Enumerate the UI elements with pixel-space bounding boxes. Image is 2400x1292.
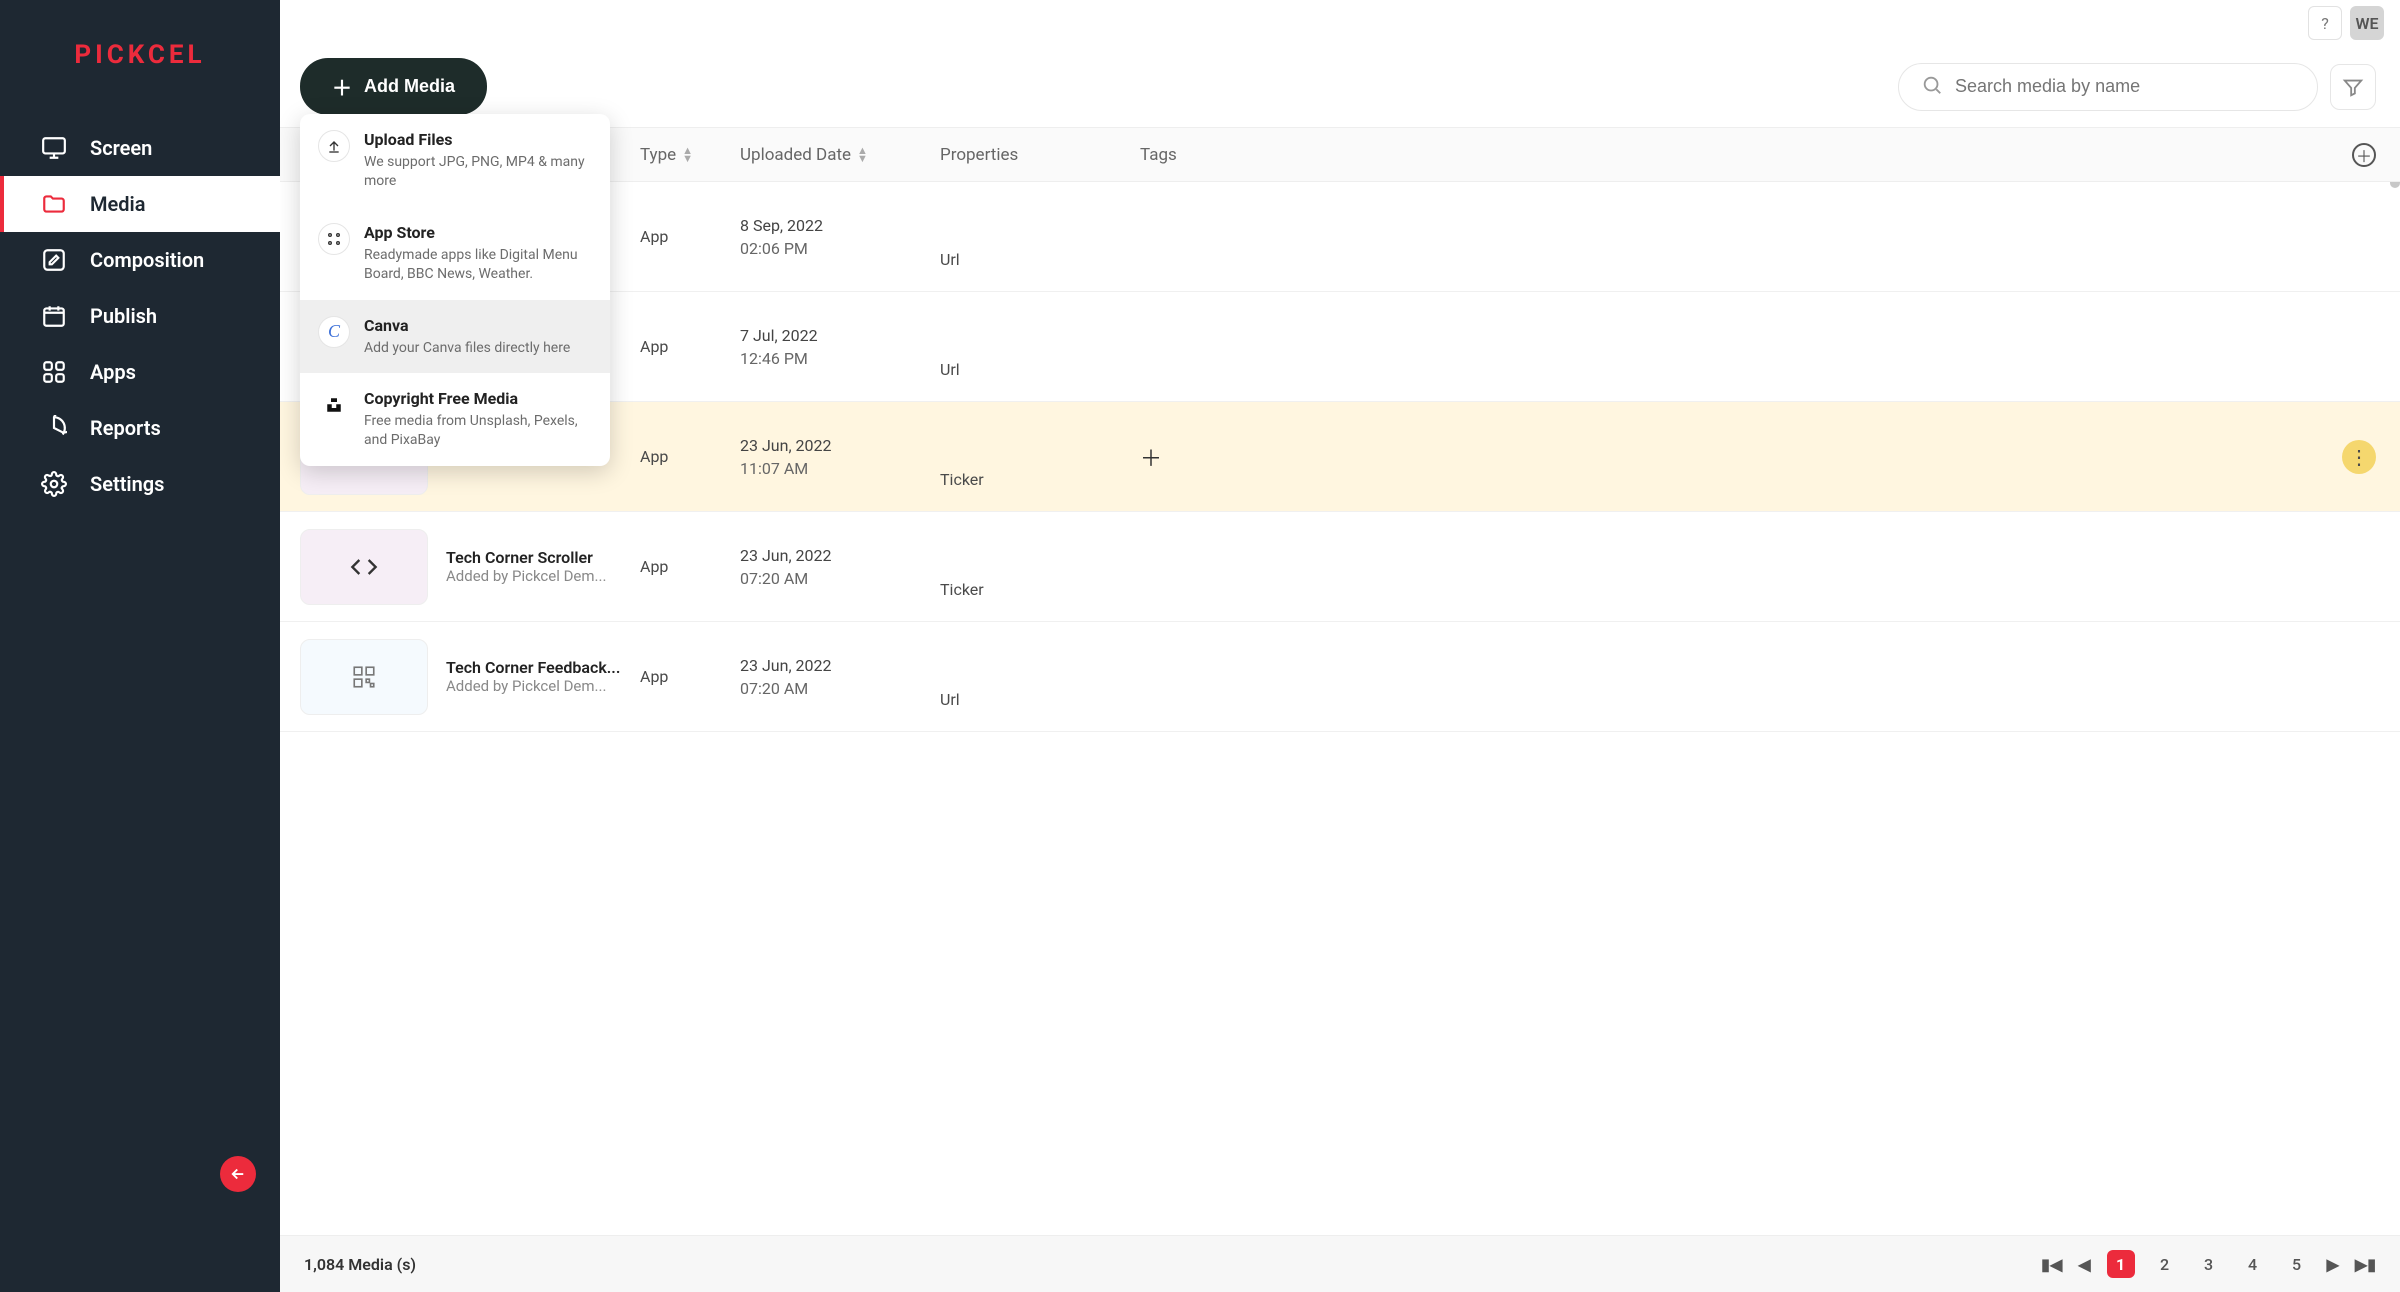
- sidebar-item-publish[interactable]: Publish: [0, 288, 280, 344]
- sidebar-item-label: Reports: [90, 416, 161, 440]
- monitor-icon: [40, 134, 68, 162]
- media-thumbnail: [300, 529, 428, 605]
- add-column-button[interactable]: ＋: [2352, 143, 2376, 167]
- add-media-dropdown: Upload Files We support JPG, PNG, MP4 & …: [300, 114, 610, 466]
- pagination: ▮◀ ◀ 1 2 3 4 5 ▶ ▶▮: [2041, 1250, 2376, 1278]
- media-title: Tech Corner Feedback...: [446, 658, 620, 677]
- pager-last-button[interactable]: ▶▮: [2355, 1255, 2376, 1274]
- sidebar-item-screen[interactable]: Screen: [0, 120, 280, 176]
- media-count: 1,084 Media (s): [304, 1255, 416, 1274]
- sidebar-item-composition[interactable]: Composition: [0, 232, 280, 288]
- sort-icon: ▲▼: [857, 147, 868, 162]
- dropdown-item-desc: Add your Canva files directly here: [364, 339, 570, 358]
- sidebar-item-label: Composition: [90, 248, 204, 272]
- cell-type: App: [640, 447, 740, 466]
- dropdown-item-desc: Readymade apps like Digital Menu Board, …: [364, 246, 592, 284]
- cell-date: 23 Jun, 2022 11:07 AM: [740, 436, 940, 478]
- edit-square-icon: [40, 246, 68, 274]
- cell-date: 23 Jun, 2022 07:20 AM: [740, 546, 940, 588]
- cell-date: 23 Jun, 2022 07:20 AM: [740, 656, 940, 698]
- pager-next-button[interactable]: ▶: [2327, 1255, 2339, 1274]
- dropdown-item-title: Canva: [364, 316, 570, 335]
- search-icon: [1921, 74, 1943, 100]
- col-properties: Properties: [940, 145, 1140, 165]
- sidebar-nav: Screen Media Composition Publish Apps: [0, 100, 280, 512]
- dropdown-item-app-store[interactable]: App Store Readymade apps like Digital Me…: [300, 207, 610, 300]
- media-subtitle: Added by Pickcel Dem...: [446, 677, 620, 695]
- pager-page[interactable]: 1: [2107, 1250, 2135, 1278]
- cell-type: App: [640, 667, 740, 686]
- cell-type: App: [640, 227, 740, 246]
- folder-icon: [40, 190, 68, 218]
- help-button[interactable]: ?: [2308, 6, 2342, 40]
- grid-icon: [40, 358, 68, 386]
- dropdown-item-copyright-free[interactable]: Copyright Free Media Free media from Uns…: [300, 373, 610, 466]
- user-avatar[interactable]: WE: [2350, 6, 2384, 40]
- collapse-sidebar-button[interactable]: [220, 1156, 256, 1192]
- media-thumbnail: [300, 639, 428, 715]
- row-more-button[interactable]: ⋮: [2342, 440, 2376, 474]
- cell-properties: Url: [940, 360, 1140, 401]
- cell-properties: Url: [940, 250, 1140, 291]
- cell-properties: Ticker: [940, 470, 1140, 511]
- add-media-button[interactable]: ＋ Add Media: [300, 58, 487, 115]
- cell-date: 7 Jul, 2022 12:46 PM: [740, 326, 940, 368]
- main-area: ? WE ＋ Add Media Upload Files We support…: [280, 0, 2400, 1292]
- table-row[interactable]: Tech Corner Feedback... Added by Pickcel…: [280, 622, 2400, 732]
- pager-page[interactable]: 3: [2195, 1250, 2223, 1278]
- cell-properties: Url: [940, 690, 1140, 731]
- sidebar-item-settings[interactable]: Settings: [0, 456, 280, 512]
- dropdown-item-desc: Free media from Unsplash, Pexels, and Pi…: [364, 412, 592, 450]
- cell-date: 8 Sep, 2022 02:06 PM: [740, 216, 940, 258]
- pager-page[interactable]: 4: [2239, 1250, 2267, 1278]
- search-box[interactable]: [1898, 63, 2318, 111]
- sidebar-item-label: Media: [90, 192, 145, 216]
- sort-icon: ▲▼: [682, 147, 693, 162]
- sidebar-item-label: Settings: [90, 472, 164, 496]
- topbar: ? WE: [280, 0, 2400, 46]
- pager-page[interactable]: 5: [2283, 1250, 2311, 1278]
- col-uploaded-date[interactable]: Uploaded Date ▲▼: [740, 145, 940, 165]
- dropdown-item-title: Copyright Free Media: [364, 389, 592, 408]
- calendar-icon: [40, 302, 68, 330]
- dropdown-item-canva[interactable]: C Canva Add your Canva files directly he…: [300, 300, 610, 374]
- table-row[interactable]: Tech Corner Scroller Added by Pickcel De…: [280, 512, 2400, 622]
- dropdown-item-title: Upload Files: [364, 130, 592, 149]
- sidebar-item-apps[interactable]: Apps: [0, 344, 280, 400]
- pager-first-button[interactable]: ▮◀: [2041, 1255, 2062, 1274]
- upload-icon: [318, 130, 350, 162]
- sidebar-item-label: Apps: [90, 360, 136, 384]
- media-title: Tech Corner Scroller: [446, 548, 606, 567]
- sidebar-item-label: Screen: [90, 136, 152, 160]
- pie-icon: [40, 414, 68, 442]
- dropdown-item-upload-files[interactable]: Upload Files We support JPG, PNG, MP4 & …: [300, 114, 610, 207]
- cell-properties: Ticker: [940, 580, 1140, 621]
- col-tags: Tags: [1140, 145, 2306, 165]
- sidebar-item-label: Publish: [90, 304, 157, 328]
- pager-prev-button[interactable]: ◀: [2078, 1255, 2090, 1274]
- col-type[interactable]: Type ▲▼: [640, 145, 740, 165]
- apps-grid-icon: [318, 223, 350, 255]
- add-tag-button[interactable]: ＋: [1140, 441, 1162, 473]
- cell-type: App: [640, 337, 740, 356]
- canva-icon: C: [318, 316, 350, 348]
- cell-type: App: [640, 557, 740, 576]
- unsplash-icon: [318, 389, 350, 421]
- search-input[interactable]: [1955, 76, 2295, 97]
- sidebar-item-media[interactable]: Media: [0, 176, 280, 232]
- toolbar: ＋ Add Media Upload Files We support JPG,…: [280, 46, 2400, 128]
- pager-page[interactable]: 2: [2151, 1250, 2179, 1278]
- plus-icon: ＋: [332, 72, 352, 101]
- table-footer: 1,084 Media (s) ▮◀ ◀ 1 2 3 4 5 ▶ ▶▮: [280, 1235, 2400, 1292]
- media-subtitle: Added by Pickcel Dem...: [446, 567, 606, 585]
- cell-tags: ＋: [1140, 441, 2306, 473]
- add-media-label: Add Media: [364, 76, 455, 97]
- filter-button[interactable]: [2330, 64, 2376, 110]
- gear-icon: [40, 470, 68, 498]
- sidebar-item-reports[interactable]: Reports: [0, 400, 280, 456]
- brand-logo: PICKCEL: [0, 0, 280, 100]
- sidebar: PICKCEL Screen Media Composition Publish: [0, 0, 280, 1292]
- dropdown-item-desc: We support JPG, PNG, MP4 & many more: [364, 153, 592, 191]
- dropdown-item-title: App Store: [364, 223, 592, 242]
